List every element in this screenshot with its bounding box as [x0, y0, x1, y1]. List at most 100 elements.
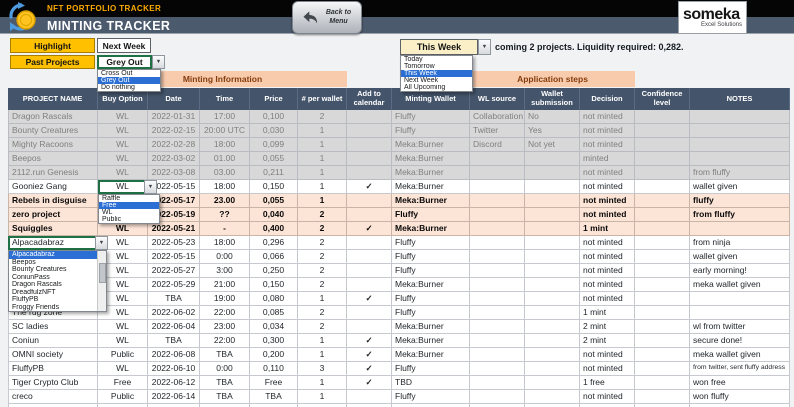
- cell-decision[interactable]: not minted: [580, 138, 635, 152]
- cell-submission[interactable]: [525, 180, 580, 194]
- cell-date[interactable]: 2022-02-28: [148, 138, 200, 152]
- cell-confidence[interactable]: [635, 208, 690, 222]
- cell-calendar[interactable]: [347, 250, 392, 264]
- cell-submission[interactable]: [525, 348, 580, 362]
- cell-calendar[interactable]: [347, 320, 392, 334]
- cell-submission[interactable]: [525, 376, 580, 390]
- cell-notes[interactable]: [690, 124, 790, 138]
- cell-per_wallet[interactable]: 3: [298, 362, 347, 376]
- cell-project[interactable]: SC ladies: [8, 320, 98, 334]
- cell-notes[interactable]: wallet given: [690, 180, 790, 194]
- cell-decision[interactable]: not minted: [580, 278, 635, 292]
- cell-date[interactable]: 2022-05-23: [148, 236, 200, 250]
- cell-date[interactable]: 2022-06-02: [148, 306, 200, 320]
- cell-submission[interactable]: [525, 362, 580, 376]
- cell-buy[interactable]: WL: [98, 320, 148, 334]
- cell-decision[interactable]: 1 free: [580, 376, 635, 390]
- dropdown-option[interactable]: Today: [401, 56, 472, 63]
- cell-per_wallet[interactable]: 1: [298, 166, 347, 180]
- cell-wl_source[interactable]: [470, 236, 525, 250]
- past-projects-dropdown-button[interactable]: ▼: [152, 55, 165, 69]
- cell-time[interactable]: 3:00: [200, 264, 250, 278]
- cell-wl_source[interactable]: [470, 152, 525, 166]
- cell-notes[interactable]: [690, 222, 790, 236]
- cell-confidence[interactable]: [635, 334, 690, 348]
- cell-decision[interactable]: not minted: [580, 194, 635, 208]
- cell-wl_source[interactable]: Collaboration: [470, 110, 525, 124]
- cell-time[interactable]: TBA: [200, 390, 250, 404]
- dropdown-option[interactable]: Beepos: [9, 259, 103, 267]
- cell-project[interactable]: Dragon Rascals: [8, 110, 98, 124]
- dropdown-option[interactable]: Cross Out: [98, 70, 160, 77]
- cell-notes[interactable]: [690, 292, 790, 306]
- cell-notes[interactable]: from ninja: [690, 236, 790, 250]
- cell-date[interactable]: TBA: [148, 292, 200, 306]
- cell-wallet[interactable]: TBD: [392, 376, 470, 390]
- cell-submission[interactable]: Not yet: [525, 138, 580, 152]
- cell-buy[interactable]: Free: [98, 376, 148, 390]
- cell-confidence[interactable]: [635, 124, 690, 138]
- cell-wallet[interactable]: Meka:Burner: [392, 320, 470, 334]
- cell-buy[interactable]: WL: [98, 152, 148, 166]
- cell-wl_source[interactable]: [470, 306, 525, 320]
- cell-wallet[interactable]: Fluffy: [392, 264, 470, 278]
- cell-buy[interactable]: Public: [98, 348, 148, 362]
- cell-price[interactable]: 0,211: [250, 166, 298, 180]
- cell-time[interactable]: 18:00: [200, 180, 250, 194]
- cell-date[interactable]: TBA: [148, 334, 200, 348]
- cell-time[interactable]: 18:00: [200, 236, 250, 250]
- cell-wallet[interactable]: Meka:Burner: [392, 194, 470, 208]
- cell-price[interactable]: 0,400: [250, 222, 298, 236]
- cell-confidence[interactable]: [635, 180, 690, 194]
- cell-notes[interactable]: meka wallet given: [690, 278, 790, 292]
- cell-time[interactable]: 18:00: [200, 138, 250, 152]
- cell-confidence[interactable]: [635, 166, 690, 180]
- cell-buy[interactable]: WL: [98, 334, 148, 348]
- cell-price[interactable]: 0,055: [250, 194, 298, 208]
- scrollbar-thumb[interactable]: [99, 263, 106, 283]
- cell-buy[interactable]: WL: [98, 124, 148, 138]
- cell-calendar[interactable]: [347, 264, 392, 278]
- cell-wl_source[interactable]: [470, 376, 525, 390]
- cell-confidence[interactable]: [635, 306, 690, 320]
- cell-date[interactable]: 2022-05-29: [148, 278, 200, 292]
- cell-notes[interactable]: from fluffy: [690, 166, 790, 180]
- cell-buy[interactable]: WL: [98, 362, 148, 376]
- cell-project[interactable]: creco: [8, 390, 98, 404]
- cell-price[interactable]: 0,080: [250, 292, 298, 306]
- cell-decision[interactable]: not minted: [580, 390, 635, 404]
- cell-calendar[interactable]: [347, 138, 392, 152]
- cell-wallet[interactable]: Meka:Burner: [392, 180, 470, 194]
- cell-per_wallet[interactable]: 1: [298, 390, 347, 404]
- project-dropdown-button[interactable]: ▼: [95, 236, 108, 250]
- back-to-menu-button[interactable]: Back to Menu: [292, 1, 362, 34]
- calendar-check-icon[interactable]: ✓: [347, 348, 392, 362]
- cell-submission[interactable]: [525, 292, 580, 306]
- cell-price[interactable]: 0,100: [250, 110, 298, 124]
- cell-wallet[interactable]: Fluffy: [392, 110, 470, 124]
- cell-time[interactable]: 21:00: [200, 278, 250, 292]
- cell-per_wallet[interactable]: 1: [298, 152, 347, 166]
- cell-notes[interactable]: from twitter, sent fluffy address: [690, 362, 790, 376]
- cell-decision[interactable]: not minted: [580, 292, 635, 306]
- cell-wallet[interactable]: Meka:Burner: [392, 152, 470, 166]
- cell-decision[interactable]: not minted: [580, 250, 635, 264]
- cell-confidence[interactable]: [635, 194, 690, 208]
- cell-wallet[interactable]: Meka:Burner: [392, 138, 470, 152]
- period-dropdown-button[interactable]: ▼: [478, 39, 491, 55]
- cell-project[interactable]: Bounty Creatures: [8, 124, 98, 138]
- calendar-check-icon[interactable]: ✓: [347, 362, 392, 376]
- cell-wl_source[interactable]: [470, 222, 525, 236]
- cell-confidence[interactable]: [635, 348, 690, 362]
- cell-decision[interactable]: 1 mint: [580, 306, 635, 320]
- cell-date[interactable]: 2022-06-14: [148, 390, 200, 404]
- cell-decision[interactable]: not minted: [580, 236, 635, 250]
- dropdown-option[interactable]: Raffle: [99, 195, 159, 202]
- cell-time[interactable]: ??: [200, 208, 250, 222]
- cell-price[interactable]: 0,085: [250, 306, 298, 320]
- cell-calendar[interactable]: [347, 306, 392, 320]
- cell-notes[interactable]: [690, 152, 790, 166]
- cell-per_wallet[interactable]: 2: [298, 306, 347, 320]
- cell-confidence[interactable]: [635, 292, 690, 306]
- cell-notes[interactable]: [690, 138, 790, 152]
